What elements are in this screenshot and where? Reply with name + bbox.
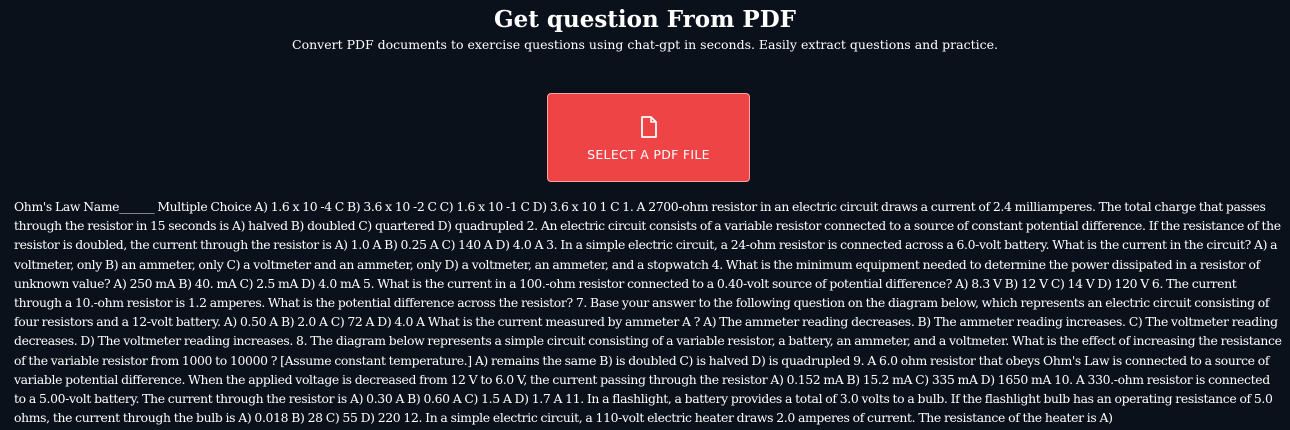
extracted-pdf-text: Ohm's Law Name______ Multiple Choice A) … <box>14 199 1282 426</box>
file-icon <box>640 116 657 138</box>
page-title: Get question From PDF <box>493 6 797 33</box>
page-subtitle: Convert PDF documents to exercise questi… <box>292 37 998 52</box>
select-pdf-button[interactable]: SELECT A PDF FILE <box>547 93 750 182</box>
select-pdf-label: SELECT A PDF FILE <box>587 147 710 162</box>
